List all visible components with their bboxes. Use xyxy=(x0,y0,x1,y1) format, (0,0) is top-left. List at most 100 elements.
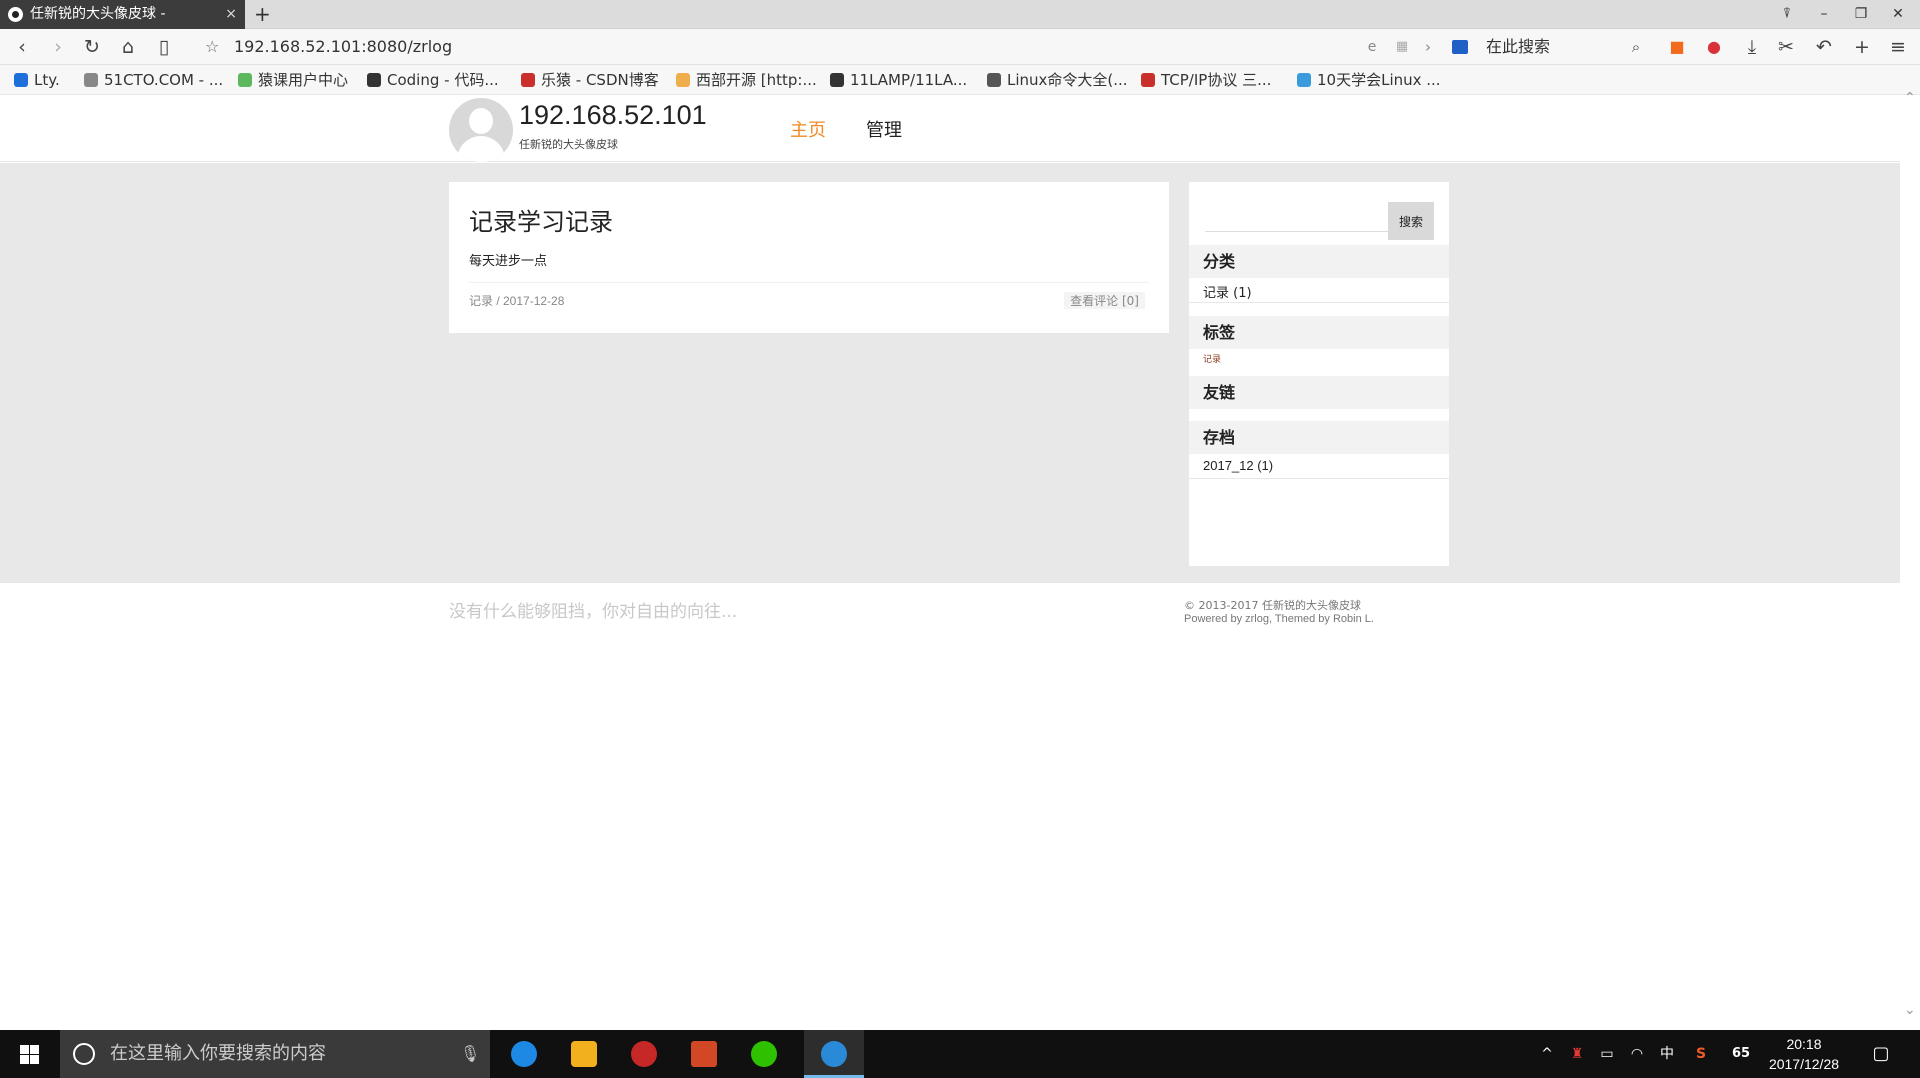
main-content: 记录学习记录 每天进步一点 记录 / 2017-12-28 查看评论 [0] 搜… xyxy=(0,163,1900,583)
ie-mode-icon[interactable]: e xyxy=(1358,29,1386,65)
scroll-up-icon[interactable]: ⌃ xyxy=(1904,90,1916,106)
back-icon[interactable]: ‹ xyxy=(8,29,36,65)
footer-slogan: 没有什么能够阻挡，你对自由的向往... xyxy=(449,602,738,622)
download-icon[interactable]: ⤓ xyxy=(1738,29,1766,65)
site-title[interactable]: 192.168.52.101 xyxy=(519,100,707,131)
clock-time[interactable]: 20:18 xyxy=(1764,1036,1844,1052)
menu-icon[interactable]: ≡ xyxy=(1884,29,1912,65)
battery-icon[interactable]: ▭ xyxy=(1596,1030,1618,1078)
bookmark-item[interactable]: Coding - 代码... xyxy=(367,65,499,95)
wifi-icon[interactable]: ◠ xyxy=(1626,1030,1648,1078)
site-search-input[interactable] xyxy=(1205,202,1395,232)
tag-item[interactable]: 记录 xyxy=(1203,352,1221,365)
bookmark-item[interactable]: 11LAMP/11LA... xyxy=(830,65,967,95)
browser-tab-active[interactable]: 任新锐的大头像皮球 - × xyxy=(0,0,245,29)
bookmark-favicon-icon xyxy=(1141,73,1155,87)
bookmark-item[interactable]: 乐猿 - CSDN博客 xyxy=(521,65,659,95)
bookmark-label: Coding - 代码... xyxy=(387,71,499,89)
address-bar[interactable]: 192.168.52.101:8080/zrlog xyxy=(234,29,452,65)
browser-toolbar: ‹ › ↻ ⌂ ▯ ☆ 192.168.52.101:8080/zrlog e … xyxy=(0,29,1920,65)
powerpoint-app[interactable] xyxy=(674,1030,734,1078)
qq-browser-icon xyxy=(511,1041,537,1067)
file-manager-app[interactable] xyxy=(554,1030,614,1078)
bookmark-item[interactable]: Linux命令大全(... xyxy=(987,65,1128,95)
bookmark-favicon-icon xyxy=(521,73,535,87)
bookmark-item[interactable]: 51CTO.COM - ... xyxy=(84,65,223,95)
windows-start-icon[interactable] xyxy=(0,1030,60,1078)
qq-browser-app[interactable] xyxy=(494,1030,554,1078)
tray-app-icon[interactable]: ♜ xyxy=(1566,1030,1588,1078)
performance-badge[interactable]: 65 xyxy=(1726,1030,1756,1078)
links-heading: 友链 xyxy=(1189,376,1449,409)
snail-icon xyxy=(631,1041,657,1067)
bookmark-item[interactable]: TCP/IP协议 三... xyxy=(1141,65,1271,95)
page-scrollbar[interactable]: ⌃ ⌄ xyxy=(1900,90,1920,1030)
qr-code-icon[interactable]: ▦ xyxy=(1388,29,1416,65)
bookmark-item[interactable]: 猿课用户中心 xyxy=(238,65,348,95)
tray-expand-icon[interactable]: ^ xyxy=(1536,1030,1558,1078)
snail-app[interactable] xyxy=(614,1030,674,1078)
site-footer: 没有什么能够阻挡，你对自由的向往... © 2013-2017 任新锐的大头像皮… xyxy=(0,583,1900,643)
cortana-search-box[interactable]: 在这里输入你要搜索的内容 🎙 xyxy=(60,1030,490,1078)
bookmark-label: 乐猿 - CSDN博客 xyxy=(541,71,659,89)
bookmark-favicon-icon xyxy=(14,73,28,87)
divider xyxy=(1189,302,1449,303)
bookmark-favicon-icon xyxy=(1297,73,1311,87)
post-meta[interactable]: 记录 / 2017-12-28 xyxy=(469,292,564,309)
bookmark-item[interactable]: 10天学会Linux ... xyxy=(1297,65,1441,95)
search-icon[interactable]: ⌕ xyxy=(1622,29,1650,65)
tab-close-icon[interactable]: × xyxy=(225,0,237,29)
reload-icon[interactable]: ↻ xyxy=(78,29,106,65)
weibo-icon[interactable]: ● xyxy=(1700,29,1728,65)
chevron-right-icon[interactable]: › xyxy=(1414,29,1442,65)
wechat-app[interactable] xyxy=(734,1030,794,1078)
search-button[interactable]: 搜索 xyxy=(1388,202,1434,240)
site-favicon-icon xyxy=(8,7,23,22)
search-box[interactable]: 在此搜索 xyxy=(1452,29,1640,65)
powered-by-text[interactable]: Powered by zrlog, Themed by Robin L. xyxy=(1184,613,1374,625)
microphone-icon[interactable]: 🎙 xyxy=(460,1030,480,1078)
site-subtitle: 任新锐的大头像皮球 xyxy=(519,138,618,151)
copyright-text: © 2013-2017 任新锐的大头像皮球 xyxy=(1184,599,1361,612)
nav-home-link[interactable]: 主页 xyxy=(790,116,826,142)
pin-window-icon[interactable]: ⍒ xyxy=(1769,0,1805,29)
scissors-icon[interactable]: ✂ xyxy=(1772,29,1800,65)
nav-admin-link[interactable]: 管理 xyxy=(866,116,902,142)
notification-icon[interactable]: ▢ xyxy=(1866,1030,1896,1078)
divider xyxy=(469,282,1149,283)
minimize-button[interactable]: – xyxy=(1806,0,1842,29)
browser-app[interactable] xyxy=(804,1030,864,1078)
divider xyxy=(1189,478,1449,479)
video-icon[interactable]: ■ xyxy=(1663,29,1691,65)
bookmark-item[interactable]: 西部开源 [http:... xyxy=(676,65,817,95)
close-window-button[interactable]: ✕ xyxy=(1880,0,1916,29)
avatar[interactable] xyxy=(449,98,513,162)
clock-date[interactable]: 2017/12/28 xyxy=(1756,1056,1852,1072)
bookmark-favicon-icon xyxy=(367,73,381,87)
tab-strip: 任新锐的大头像皮球 - × + ⍒ – ❐ ✕ xyxy=(0,0,1920,29)
category-item[interactable]: 记录 (1) xyxy=(1203,282,1252,301)
search-engine-icon[interactable] xyxy=(1452,40,1468,54)
home-icon[interactable]: ⌂ xyxy=(114,29,142,65)
restore-button[interactable]: ❐ xyxy=(1843,0,1879,29)
tags-heading: 标签 xyxy=(1189,316,1449,349)
avatar-head-icon xyxy=(469,108,493,134)
bookmark-item[interactable]: Lty. xyxy=(14,65,60,95)
post-title[interactable]: 记录学习记录 xyxy=(469,202,613,237)
forward-icon[interactable]: › xyxy=(44,29,72,65)
search-placeholder: 在此搜索 xyxy=(1486,37,1551,56)
bookmark-star-icon[interactable]: ☆ xyxy=(205,29,219,65)
bookmark-favicon-icon xyxy=(84,73,98,87)
view-comments-link[interactable]: 查看评论 [0] xyxy=(1064,292,1145,309)
sogou-ime-icon[interactable]: S xyxy=(1688,1030,1714,1078)
browser-app-icon xyxy=(821,1041,847,1067)
archive-item[interactable]: 2017_12 (1) xyxy=(1203,458,1273,473)
plus-icon[interactable]: + xyxy=(1848,29,1876,65)
scroll-down-icon[interactable]: ⌄ xyxy=(1904,1002,1916,1018)
reader-mode-icon[interactable]: ▯ xyxy=(150,29,178,65)
file-manager-icon xyxy=(571,1041,597,1067)
new-tab-button[interactable]: + xyxy=(254,0,271,29)
ime-indicator[interactable]: 中 xyxy=(1656,1030,1678,1078)
bookmark-favicon-icon xyxy=(987,73,1001,87)
undo-icon[interactable]: ↶ xyxy=(1810,29,1838,65)
